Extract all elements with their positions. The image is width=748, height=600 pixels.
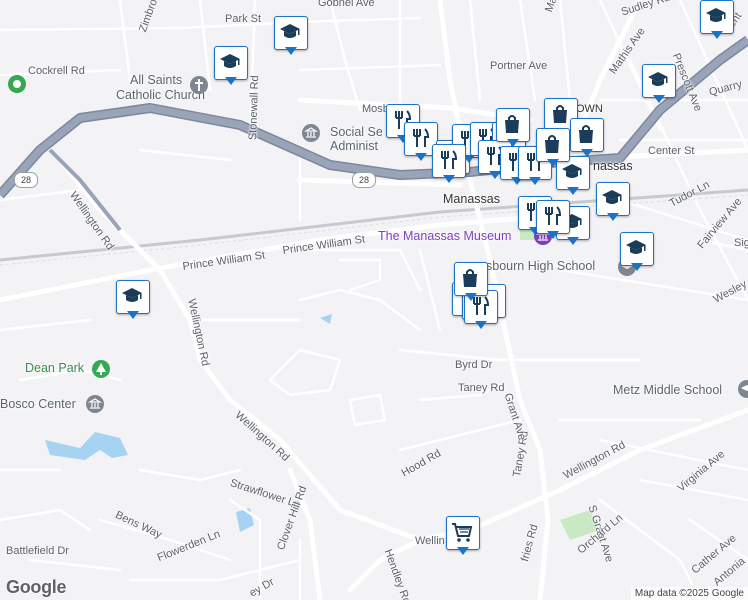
shopping-bag-pin[interactable] bbox=[536, 128, 570, 170]
school-pin[interactable] bbox=[116, 280, 150, 322]
google-logo: Google bbox=[6, 577, 67, 597]
school-pin[interactable] bbox=[642, 64, 676, 106]
label-social-security-2: Administ bbox=[330, 139, 378, 153]
map-base-layer bbox=[0, 0, 748, 600]
label-taney-rd: Taney Rd bbox=[458, 382, 505, 394]
label-center-st: Center St bbox=[648, 145, 695, 157]
map-canvas[interactable]: 28 28 Park St Gobnel Ave Zimbro Av Cockr… bbox=[0, 0, 748, 600]
bosco-center-icon[interactable] bbox=[86, 395, 104, 413]
shopping-cart-pin[interactable] bbox=[446, 516, 480, 558]
pond-water bbox=[45, 432, 128, 460]
route-28-shield-center: 28 bbox=[352, 172, 376, 188]
school-pin[interactable] bbox=[700, 0, 734, 42]
school-pin[interactable] bbox=[596, 182, 630, 224]
label-dean-park: Dean Park bbox=[25, 361, 85, 375]
label-park-st: Park St bbox=[225, 13, 262, 25]
small-pond bbox=[236, 508, 254, 532]
label-social-security-1: Social Se bbox=[330, 125, 383, 139]
restaurant-pin[interactable] bbox=[432, 144, 466, 186]
park-icon[interactable] bbox=[8, 75, 26, 93]
label-portner-ave: Portner Ave bbox=[490, 60, 548, 72]
hendley-rd bbox=[347, 537, 423, 593]
government-icon[interactable] bbox=[302, 124, 320, 142]
restaurant-pin[interactable] bbox=[536, 200, 570, 242]
small-pond-2 bbox=[320, 314, 332, 324]
metz-school-icon[interactable] bbox=[738, 380, 748, 398]
label-metz-middle: Metz Middle School bbox=[613, 383, 723, 397]
school-pin[interactable] bbox=[620, 232, 654, 274]
label-manassas-museum: The Manassas Museum bbox=[378, 229, 512, 243]
park-tree-icon[interactable] bbox=[92, 360, 110, 378]
label-manassas: Manassas bbox=[443, 192, 500, 206]
label-nassas-small: nassas bbox=[593, 159, 633, 173]
label-cockrell-rd: Cockrell Rd bbox=[28, 65, 85, 77]
map-attribution[interactable]: Map data ©2025 Google bbox=[630, 587, 748, 600]
label-battlefield-dr: Battlefield Dr bbox=[6, 545, 69, 557]
label-wellington-rd-s: Wellin bbox=[415, 535, 445, 547]
church-icon[interactable] bbox=[190, 76, 208, 94]
label-all-saints: All Saints bbox=[130, 73, 183, 87]
shopping-bag-pin[interactable] bbox=[496, 108, 530, 150]
school-pin[interactable] bbox=[274, 16, 308, 58]
label-gobnel-ave: Gobnel Ave bbox=[318, 0, 375, 9]
route-28-shield-west: 28 bbox=[14, 172, 38, 188]
label-stonewall-rd: Stonewall Rd bbox=[247, 75, 262, 141]
shopping-bag-pin[interactable] bbox=[454, 262, 488, 304]
school-pin[interactable] bbox=[214, 46, 248, 88]
label-bosco-center: Bosco Center bbox=[0, 397, 76, 411]
label-sig: Sig bbox=[734, 237, 748, 249]
label-byrd-dr: Byrd Dr bbox=[455, 359, 493, 371]
label-osbourn-high: sbourn High School bbox=[486, 259, 596, 273]
shopping-bag-pin[interactable] bbox=[570, 118, 604, 160]
